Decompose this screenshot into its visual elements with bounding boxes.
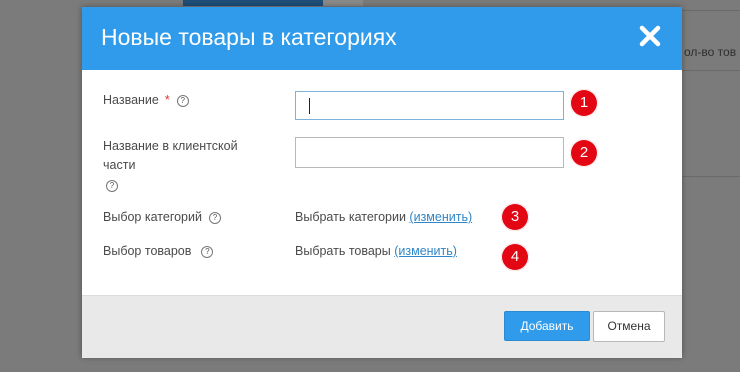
categories-value-text: Выбрать категории: [295, 210, 406, 224]
cancel-button[interactable]: Отмена: [593, 311, 665, 342]
products-value: Выбрать товары (изменить): [295, 244, 457, 258]
client-name-label: Название в клиентской части ?: [103, 137, 238, 195]
change-categories-link[interactable]: (изменить): [409, 210, 472, 224]
categories-value: Выбрать категории (изменить): [295, 210, 472, 224]
background-tab: [323, 0, 363, 6]
annotation-badge-1: 1: [570, 89, 598, 117]
products-label-text: Выбор товаров: [103, 244, 192, 258]
help-icon[interactable]: ?: [201, 245, 214, 258]
name-label-text: Название: [103, 93, 159, 107]
categories-label-text: Выбор категорий: [103, 210, 202, 224]
client-name-label-line2: части: [103, 158, 136, 172]
name-label: Название *?: [103, 91, 189, 110]
help-icon[interactable]: ?: [208, 211, 221, 224]
text-caret: [309, 98, 310, 114]
add-button[interactable]: Добавить: [504, 311, 590, 341]
background-divider: [682, 10, 740, 11]
products-label: Выбор товаров?: [103, 242, 214, 261]
annotation-badge-2: 2: [570, 139, 598, 167]
name-input[interactable]: [295, 91, 564, 120]
dialog-header: Новые товары в категориях: [82, 7, 682, 70]
annotation-badge-4: 4: [501, 243, 529, 271]
categories-label: Выбор категорий?: [103, 208, 221, 227]
background-divider: [682, 176, 740, 177]
close-icon: [639, 25, 661, 47]
help-icon[interactable]: ?: [106, 179, 118, 192]
background-tab-active: [183, 0, 323, 6]
background-divider: [682, 70, 740, 71]
close-button[interactable]: [637, 23, 663, 49]
help-icon[interactable]: ?: [176, 94, 189, 107]
annotation-badge-3: 3: [501, 203, 529, 231]
new-products-in-categories-dialog: Новые товары в категориях Название *? 1 Н…: [82, 7, 682, 358]
client-name-input[interactable]: [295, 137, 564, 168]
background-column-header: ол-во тов: [684, 45, 737, 59]
dialog-footer: Добавить Отмена: [82, 295, 682, 358]
products-value-text: Выбрать товары: [295, 244, 391, 258]
change-products-link[interactable]: (изменить): [394, 244, 457, 258]
required-mark: *: [164, 93, 170, 107]
dialog-title: Новые товары в категориях: [101, 24, 397, 50]
client-name-label-line1: Название в клиентской: [103, 139, 238, 153]
